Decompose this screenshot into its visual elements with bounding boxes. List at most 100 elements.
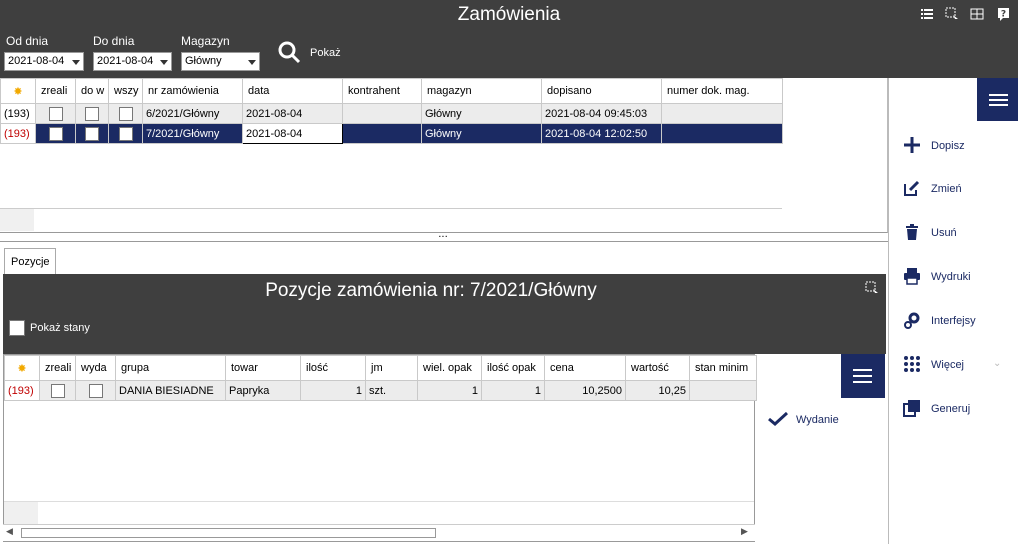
- splitter-handle[interactable]: ...: [436, 230, 450, 240]
- col-header[interactable]: cena: [544, 355, 626, 381]
- col-header[interactable]: stan minim: [689, 355, 757, 381]
- checkbox[interactable]: [118, 126, 133, 141]
- horizontal-scrollbar[interactable]: ◀ ▶: [3, 524, 755, 541]
- right-action-panel: Dopisz Zmień Usuń Wydruki Interfejsy Wię…: [888, 78, 1018, 544]
- edit-icon: [904, 180, 920, 196]
- cell: szt.: [365, 380, 418, 401]
- layout-icon[interactable]: [970, 7, 984, 21]
- scroll-left-icon[interactable]: ◀: [6, 527, 13, 537]
- col-header[interactable]: jm: [365, 355, 418, 381]
- selection-icon[interactable]: [945, 7, 959, 21]
- od-dnia-select[interactable]: 2021-08-04: [4, 52, 84, 71]
- positions-header-row: ✸ zreali wyda grupa towar ilość jm wiel.…: [4, 355, 757, 381]
- col-header[interactable]: data: [242, 78, 343, 104]
- do-dnia-select[interactable]: 2021-08-04: [93, 52, 172, 71]
- printer-icon: [904, 268, 920, 285]
- table-row[interactable]: (193) 6/2021/Główny 2021-08-04 Główny 20…: [0, 103, 783, 124]
- checkmark-icon: [768, 412, 788, 426]
- selection-icon[interactable]: [865, 281, 879, 295]
- col-header[interactable]: wiel. opak: [417, 355, 482, 381]
- cell: [661, 123, 783, 144]
- dopisz-label: Dopisz: [931, 140, 965, 152]
- col-header[interactable]: wszy: [108, 78, 143, 104]
- wydruki-label: Wydruki: [931, 271, 971, 283]
- grid-footer-corner: [0, 209, 34, 231]
- table-row-selected[interactable]: (193) 7/2021/Główny 2021-08-04 Główny 20…: [0, 123, 783, 144]
- cell-focused[interactable]: 2021-08-04: [242, 123, 343, 144]
- checkbox[interactable]: [118, 106, 133, 121]
- list-view-icon[interactable]: [920, 7, 934, 21]
- do-dnia-label: Do dnia: [93, 34, 135, 48]
- generuj-label: Generuj: [931, 403, 971, 415]
- col-header[interactable]: wyda: [75, 355, 116, 381]
- grid-footer-line: [4, 501, 754, 502]
- gears-icon: [904, 312, 920, 329]
- scroll-right-icon[interactable]: ▶: [741, 527, 748, 537]
- col-header[interactable]: kontrahent: [342, 78, 422, 104]
- col-header[interactable]: ilość opak: [481, 355, 545, 381]
- col-header[interactable]: grupa: [115, 355, 226, 381]
- help-icon[interactable]: ?: [997, 7, 1011, 21]
- magazyn-label: Magazyn: [181, 34, 230, 48]
- chevron-down-icon: [72, 60, 80, 65]
- cell: 7/2021/Główny: [142, 123, 243, 144]
- cell: 10,2500: [544, 380, 626, 401]
- grid-footer-line: [0, 208, 782, 209]
- col-header[interactable]: dopisano: [541, 78, 662, 104]
- col-header[interactable]: wartość: [625, 355, 690, 381]
- positions-grid: ✸ zreali wyda grupa towar ilość jm wiel.…: [3, 354, 757, 542]
- cell: 10,25: [625, 380, 690, 401]
- orders-table: ✸ zreali do w wszy nr zamówienia data ko…: [0, 78, 783, 144]
- magazyn-select[interactable]: Główny: [181, 52, 260, 71]
- row-id: (193): [0, 123, 36, 144]
- grid-dots-icon: [904, 356, 920, 372]
- tab-pozycje[interactable]: Pozycje: [4, 248, 56, 275]
- star-icon: ✸: [4, 355, 40, 381]
- chevron-down-icon: [160, 60, 168, 65]
- od-dnia-label: Od dnia: [6, 34, 49, 48]
- cell: Papryka: [225, 380, 301, 401]
- chevron-down-icon: [248, 60, 256, 65]
- orders-header-row: ✸ zreali do w wszy nr zamówienia data ko…: [0, 78, 783, 104]
- cell: [661, 103, 783, 124]
- main-menu-button[interactable]: [977, 78, 1018, 121]
- col-header[interactable]: towar: [225, 355, 301, 381]
- table-row[interactable]: (193) DANIA BIESIADNE Papryka 1 szt. 1 1…: [4, 380, 757, 401]
- row-id: (193): [4, 380, 40, 401]
- do-dnia-value: 2021-08-04: [97, 55, 154, 67]
- search-icon[interactable]: [277, 40, 303, 66]
- pokaz-stany-label: Pokaż stany: [30, 321, 90, 334]
- scrollbar-thumb[interactable]: [21, 528, 436, 538]
- star-icon: ✸: [0, 78, 36, 104]
- window-title: Zamówienia: [457, 4, 561, 25]
- pokaz-stany-checkbox[interactable]: Pokaż stany: [9, 320, 90, 336]
- positions-table: ✸ zreali wyda grupa towar ilość jm wiel.…: [4, 355, 757, 401]
- positions-menu-button[interactable]: [841, 354, 885, 398]
- checkbox[interactable]: [88, 383, 103, 398]
- checkbox[interactable]: [9, 320, 25, 336]
- col-header[interactable]: nr zamówienia: [142, 78, 243, 104]
- col-header[interactable]: magazyn: [421, 78, 542, 104]
- col-header[interactable]: zreali: [39, 355, 76, 381]
- col-header[interactable]: zreali: [35, 78, 76, 104]
- checkbox[interactable]: [48, 106, 63, 121]
- checkbox[interactable]: [85, 106, 99, 121]
- chevron-down-icon: ⌄: [993, 358, 1002, 369]
- cell: Główny: [421, 103, 542, 124]
- positions-title: Pozycje zamówienia nr: 7/2021/Główny: [265, 280, 597, 301]
- cell: DANIA BIESIADNE: [115, 380, 226, 401]
- checkbox[interactable]: [50, 383, 65, 398]
- cell: 2021-08-04: [242, 103, 343, 124]
- col-header[interactable]: do w: [75, 78, 109, 104]
- copy-icon: [903, 400, 920, 417]
- tab-bar: Pozycje: [0, 241, 888, 275]
- checkbox[interactable]: [85, 126, 99, 141]
- od-dnia-value: 2021-08-04: [8, 55, 65, 67]
- cell: [689, 380, 757, 401]
- plus-icon: [904, 137, 920, 153]
- pokaz-button[interactable]: Pokaż: [310, 47, 341, 59]
- checkbox[interactable]: [48, 126, 63, 141]
- col-header[interactable]: ilość: [300, 355, 366, 381]
- col-header[interactable]: numer dok. mag.: [661, 78, 783, 104]
- wiecej-label: Więcej: [931, 359, 965, 371]
